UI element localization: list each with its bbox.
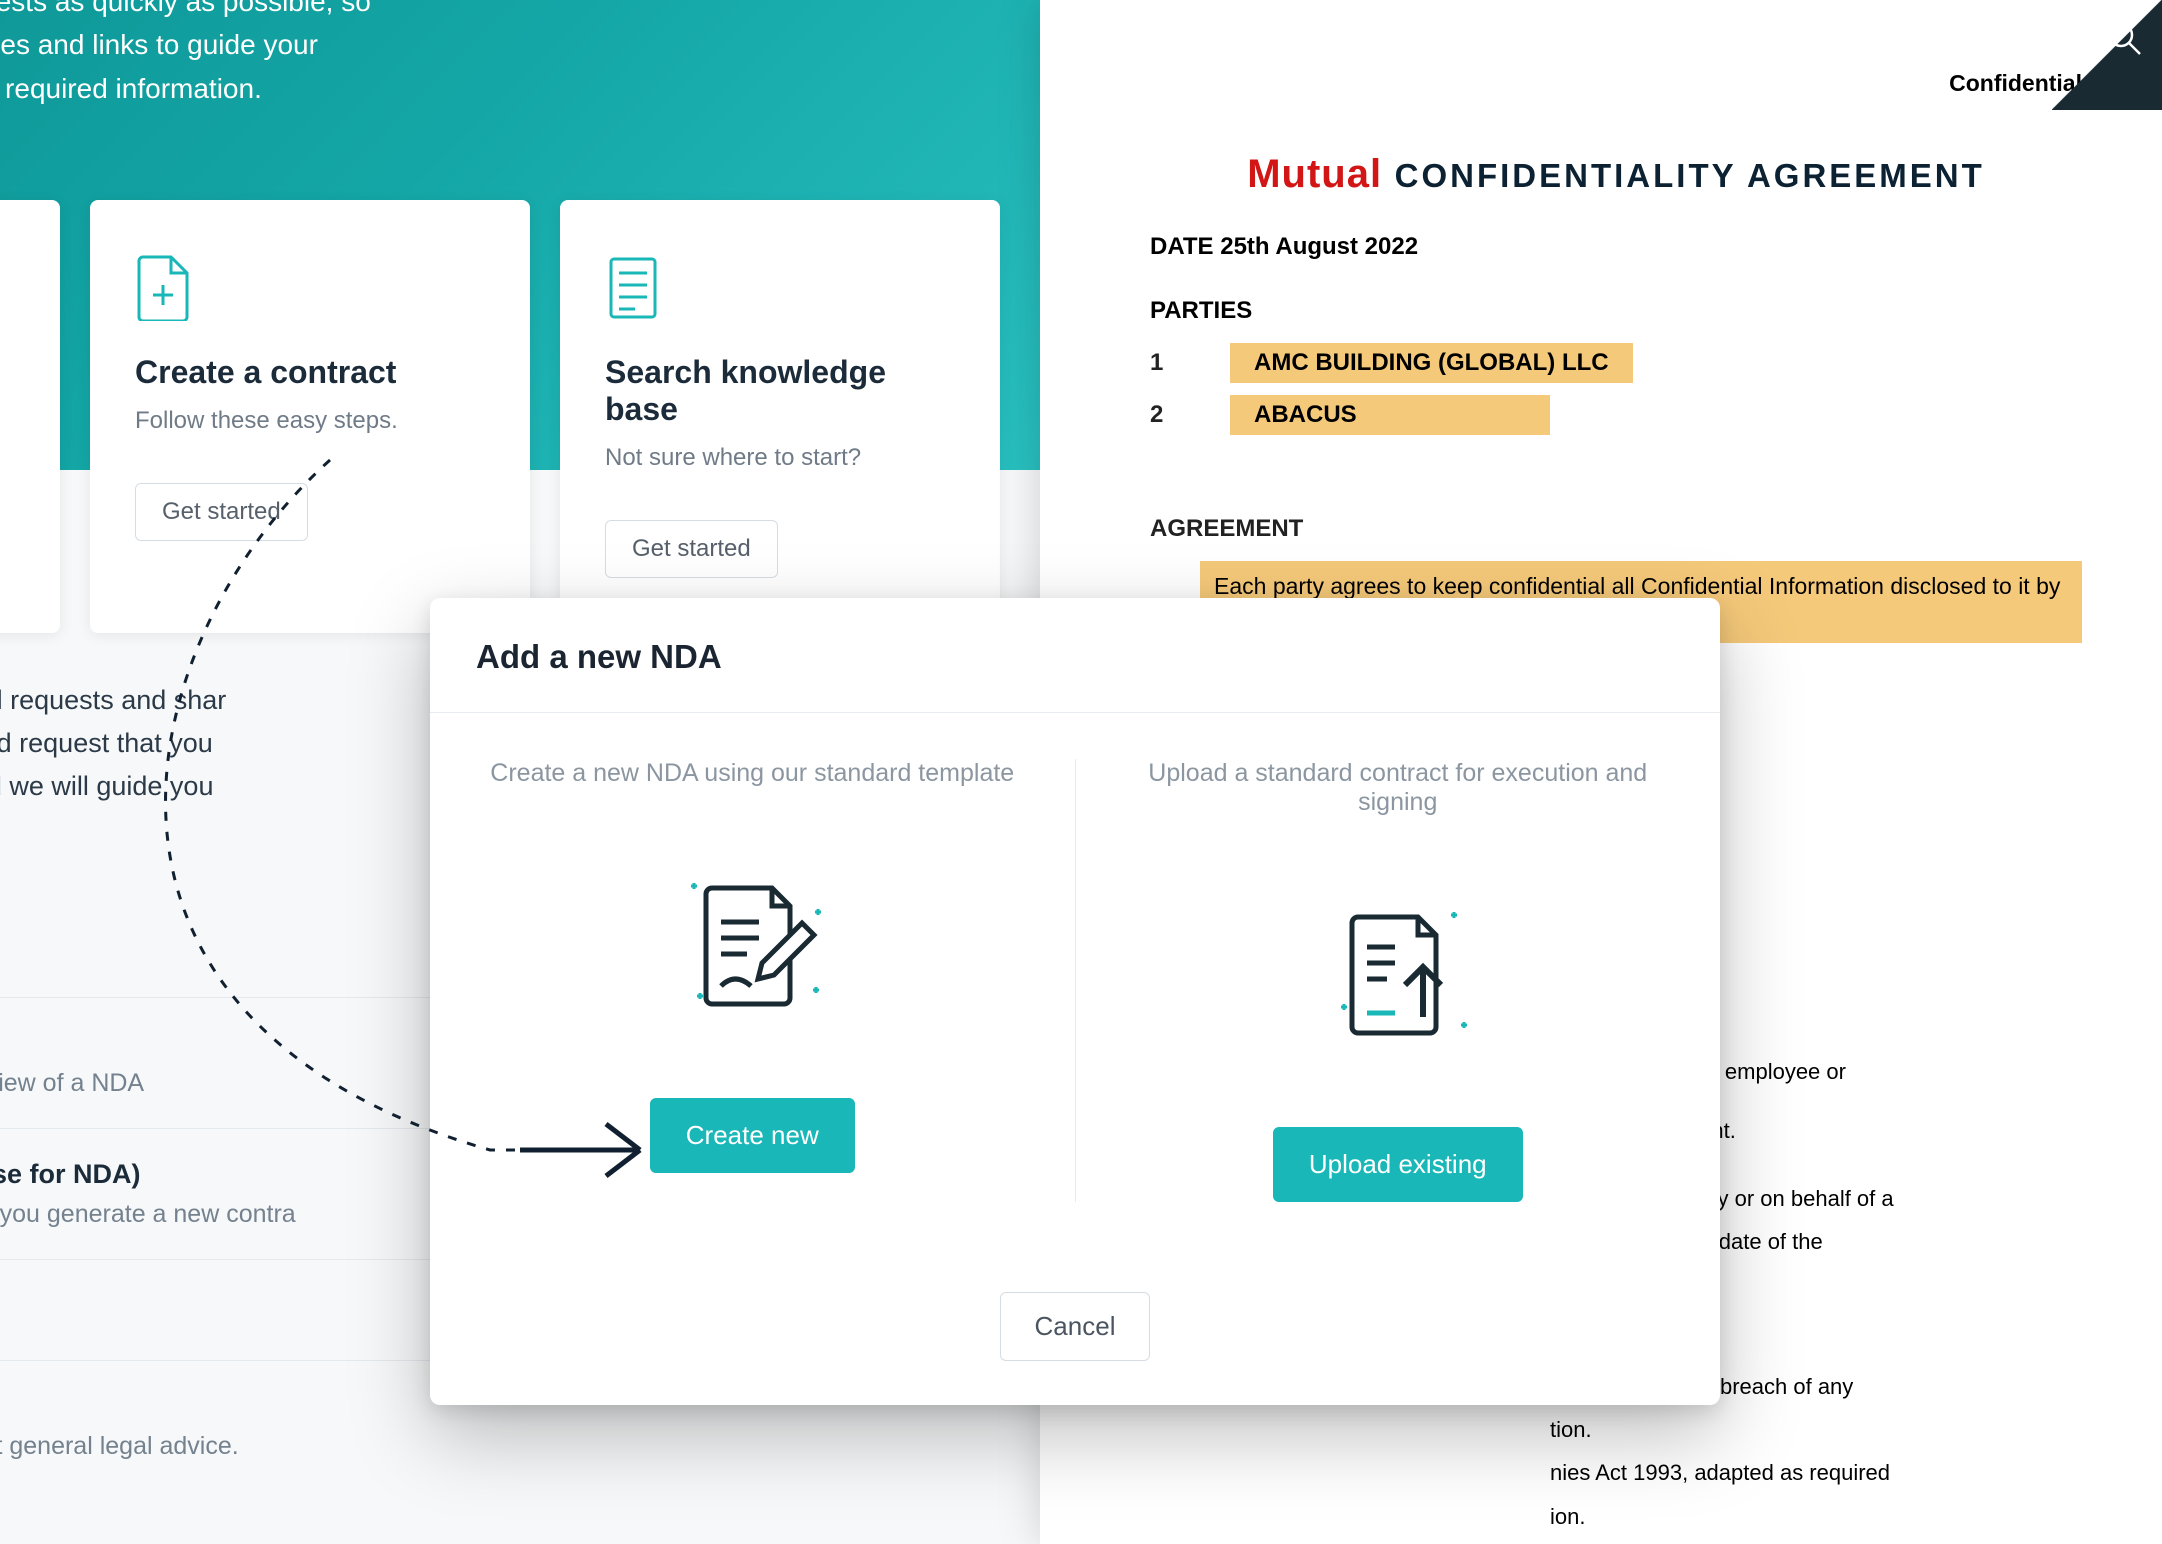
file-plus-icon — [135, 255, 191, 321]
get-started-button[interactable]: Get started — [135, 483, 308, 541]
hero-text-line: t team with relevant and required inform… — [0, 67, 960, 110]
card-title: Search knowledge base — [605, 354, 955, 428]
action-cards-row: l request the legal team. Create a contr… — [0, 200, 1000, 633]
party-name-highlight: ABACUS — [1230, 395, 1550, 435]
doc-parties-label: PARTIES — [1150, 297, 2082, 325]
doc-parties: 1 AMC BUILDING (GLOBAL) LLC 2 ABACUS — [1150, 343, 2082, 435]
search-icon — [2104, 18, 2144, 58]
create-new-button[interactable]: Create new — [650, 1098, 855, 1173]
upload-illustration — [1106, 887, 1691, 1057]
option-lead: Upload a standard contract for execution… — [1106, 759, 1691, 817]
doc-title-mutual: Mutual — [1247, 152, 1382, 196]
modal-body: Create a new NDA using our standard temp… — [430, 713, 1720, 1262]
card-subtitle: Not sure where to start? — [605, 444, 955, 472]
modal-footer: Cancel — [430, 1262, 1720, 1405]
card-subtitle: the legal team. — [0, 334, 15, 362]
modal-title: Add a new NDA — [476, 638, 1674, 676]
card-title: Create a contract — [135, 354, 485, 391]
get-started-button[interactable]: Get started — [605, 520, 778, 578]
doc-confidential-label: Confidential — [1150, 70, 2082, 97]
hero-text-line: you with your legal requests as quickly … — [0, 0, 960, 23]
doc-date-row: DATE 25th August 2022 — [1150, 233, 2082, 261]
add-nda-modal: Add a new NDA Create a new NDA using our… — [430, 598, 1720, 1405]
hero-text-line: following helpful resources and links to… — [0, 23, 960, 66]
request-desc: to create a ticket and request general l… — [0, 1432, 980, 1461]
option-upload-existing: Upload a standard contract for execution… — [1076, 759, 1721, 1202]
option-lead: Create a new NDA using our standard temp… — [460, 759, 1045, 788]
document-lines-icon — [605, 255, 661, 321]
party-row: 1 AMC BUILDING (GLOBAL) LLC — [1150, 343, 2082, 383]
doc-agreement-label: AGREEMENT — [1150, 515, 2082, 543]
card-subtitle: Follow these easy steps. — [135, 407, 485, 435]
option-create-new: Create a new NDA using our standard temp… — [430, 759, 1076, 1202]
party-name-highlight: AMC BUILDING (GLOBAL) LLC — [1230, 343, 1633, 383]
card-legal-request[interactable]: l request the legal team. — [0, 200, 60, 633]
doc-title: Mutual CONFIDENTIALITY AGREEMENT — [1150, 152, 2082, 197]
create-illustration — [460, 858, 1045, 1028]
card-title: l request — [0, 281, 15, 318]
card-create-contract[interactable]: Create a contract Follow these easy step… — [90, 200, 530, 633]
cancel-button[interactable]: Cancel — [1000, 1292, 1151, 1361]
card-search-knowledge[interactable]: Search knowledge base Not sure where to … — [560, 200, 1000, 633]
upload-existing-button[interactable]: Upload existing — [1273, 1127, 1523, 1202]
modal-header: Add a new NDA — [430, 598, 1720, 713]
doc-title-rest: CONFIDENTIALITY AGREEMENT — [1395, 157, 1985, 194]
doc-corner-fold[interactable] — [2052, 0, 2162, 110]
party-row: 2 ABACUS — [1150, 395, 2082, 435]
